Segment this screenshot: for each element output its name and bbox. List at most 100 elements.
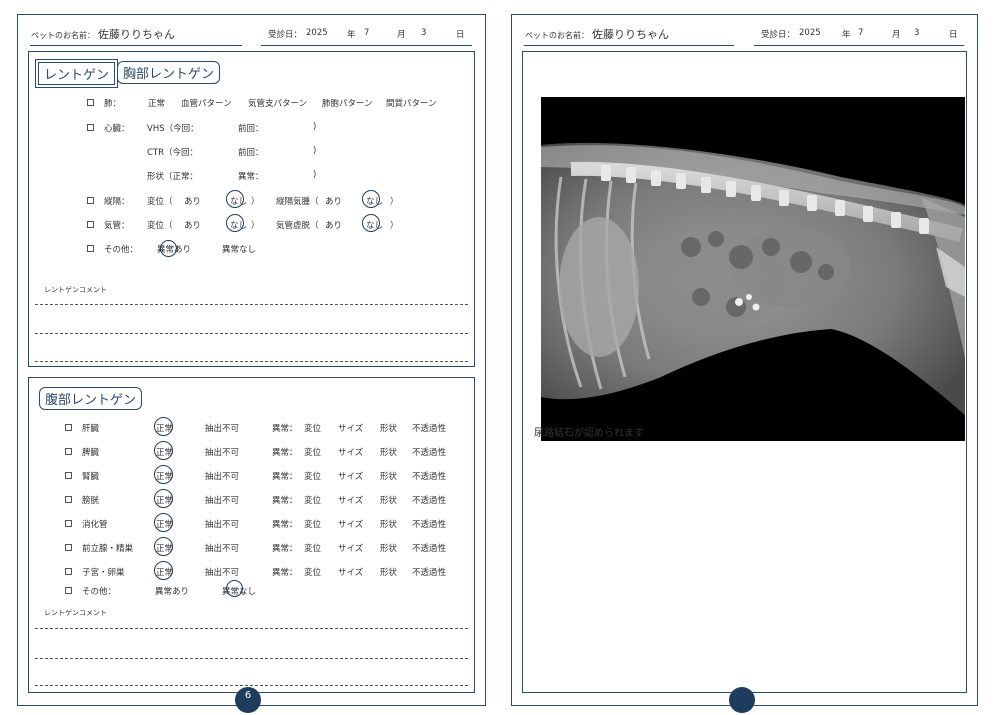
page-number: 6	[235, 687, 261, 713]
tracheal-collapse-yes: あり	[325, 221, 343, 231]
mediastinum-checkbox[interactable]	[87, 197, 94, 204]
tracheal-collapse-label: 気管虚脱（	[276, 221, 319, 231]
mediastinum-label: 縦隔：	[104, 197, 130, 207]
selection-circle	[226, 190, 244, 208]
xray-illustration	[541, 97, 965, 441]
lung-option-vascular: 血管パターン	[181, 99, 232, 109]
month-unit: 月	[397, 30, 406, 40]
organ-shift: 変位	[304, 520, 322, 530]
tab-xray[interactable]: レントゲン	[34, 59, 119, 88]
selection-circle	[154, 561, 173, 580]
organ-label: 肝臓	[82, 424, 100, 434]
organ-unable-to-extract: 抽出不可	[205, 424, 240, 434]
organ-shift: 変位	[304, 496, 322, 506]
year-unit: 年	[842, 30, 851, 40]
trachea-shift-close: ）	[251, 221, 260, 231]
visit-year: 2025	[799, 28, 821, 38]
abdomen-other-checkbox[interactable]	[65, 587, 72, 594]
abdominal-xray-title: 腹部レントゲン	[39, 387, 143, 410]
trachea-shift-label: 変位（	[147, 221, 173, 231]
xray-image-section: 尿路結石が認められます	[522, 51, 967, 693]
day-unit: 日	[949, 30, 958, 40]
xray-finding-comment: 尿路結石が認められます	[534, 428, 644, 439]
lung-option-interstitial: 間質パターン	[386, 99, 437, 109]
heart-checkbox[interactable]	[87, 124, 94, 131]
organ-opacity: 不透過性	[412, 424, 447, 434]
pet-name-underline	[524, 45, 734, 46]
organ-size: サイズ	[338, 568, 364, 578]
organ-shift: 変位	[304, 424, 322, 434]
tab-chest-xray[interactable]: 胸部レントゲン	[117, 61, 221, 84]
vhs-label: VHS（今回：	[147, 124, 199, 134]
selection-circle	[362, 214, 380, 232]
visit-date-underline	[754, 45, 964, 46]
organ-abnormal-label: 異常：	[272, 448, 298, 458]
heart-label: 心臓：	[104, 124, 130, 134]
organ-abnormal-label: 異常：	[272, 544, 298, 554]
organ-checkbox[interactable]	[65, 544, 72, 551]
selection-circle	[154, 537, 173, 556]
comment-line	[35, 628, 468, 629]
year-unit: 年	[347, 30, 356, 40]
shape-label: 形状（正常：	[147, 172, 199, 182]
organ-checkbox[interactable]	[65, 472, 72, 479]
organ-opacity: 不透過性	[412, 568, 447, 578]
organ-label: 腎臓	[82, 472, 100, 482]
lung-checkbox[interactable]	[87, 99, 94, 106]
abdominal-xray-section: 腹部レントゲン 肝臓 正常 抽出不可 異常： 変位 サイズ 形状 不透過性 脾臓 正常 抽出不可 異常…	[28, 377, 475, 693]
right-page: ペットのお名前： 佐藤りりちゃん 受診日： 2025 年 7 月 3 日 尿路結…	[511, 14, 978, 713]
pneumomediastinum-close: ）	[390, 197, 399, 207]
ctr-label: CTR（今回：	[147, 148, 199, 158]
visit-day: 3	[421, 28, 427, 38]
lung-option-alveolar: 肺胞パターン	[322, 99, 373, 109]
organ-shift: 変位	[304, 472, 322, 482]
shape-close: )	[313, 170, 317, 180]
chest-other-normal: 異常なし	[222, 245, 257, 255]
pet-name: 佐藤りりちゃん	[98, 28, 175, 41]
organ-checkbox[interactable]	[65, 424, 72, 431]
organ-abnormal-label: 異常：	[272, 568, 298, 578]
selection-circle	[154, 513, 173, 532]
chest-other-label: その他：	[104, 245, 139, 255]
pet-name-field: ペットのお名前： 佐藤りりちゃん	[31, 28, 175, 41]
organ-label: 膀胱	[82, 496, 100, 506]
visit-day: 3	[914, 28, 920, 38]
organ-abnormal-label: 異常：	[272, 496, 298, 506]
vhs-close: )	[313, 122, 317, 132]
organ-unable-to-extract: 抽出不可	[205, 496, 240, 506]
day-unit: 日	[456, 30, 465, 40]
organ-abnormal-label: 異常：	[272, 424, 298, 434]
organ-size: サイズ	[338, 424, 364, 434]
organ-shape: 形状	[380, 448, 398, 458]
chest-xray-section: レントゲン 胸部レントゲン 肺： 正常 血管パターン 気管支パターン 肺胞パター…	[28, 51, 475, 367]
trachea-checkbox[interactable]	[87, 221, 94, 228]
organ-checkbox[interactable]	[65, 496, 72, 503]
month-unit: 月	[892, 30, 901, 40]
organ-label: 子宮・卵巣	[82, 568, 125, 578]
pneumomediastinum-yes: あり	[325, 197, 343, 207]
organ-shift: 変位	[304, 544, 322, 554]
organ-shape: 形状	[380, 424, 398, 434]
pet-name: 佐藤りりちゃん	[592, 28, 669, 41]
organ-abnormal-label: 異常：	[272, 520, 298, 530]
organ-opacity: 不透過性	[412, 472, 447, 482]
pet-name-underline	[30, 45, 242, 46]
organ-checkbox[interactable]	[65, 568, 72, 575]
ctr-close: )	[313, 146, 317, 156]
organ-unable-to-extract: 抽出不可	[205, 472, 240, 482]
visit-date-label: 受診日：	[761, 30, 796, 40]
organ-shift: 変位	[304, 568, 322, 578]
organ-shape: 形状	[380, 568, 398, 578]
comment-line	[35, 333, 468, 334]
organ-checkbox[interactable]	[65, 448, 72, 455]
selection-circle	[154, 417, 173, 436]
selection-circle	[160, 240, 177, 257]
left-page: ペットのお名前： 佐藤りりちゃん 受診日： 2025 年 7 月 3 日 レントゲ…	[17, 14, 486, 713]
organ-checkbox[interactable]	[65, 520, 72, 527]
mediastinum-shift-yes: あり	[184, 197, 202, 207]
chest-comment-label: レントゲンコメント	[44, 286, 107, 294]
chest-other-checkbox[interactable]	[87, 245, 94, 252]
organ-unable-to-extract: 抽出不可	[205, 544, 240, 554]
organ-label: 前立腺・精巣	[82, 544, 134, 554]
organ-shift: 変位	[304, 448, 322, 458]
